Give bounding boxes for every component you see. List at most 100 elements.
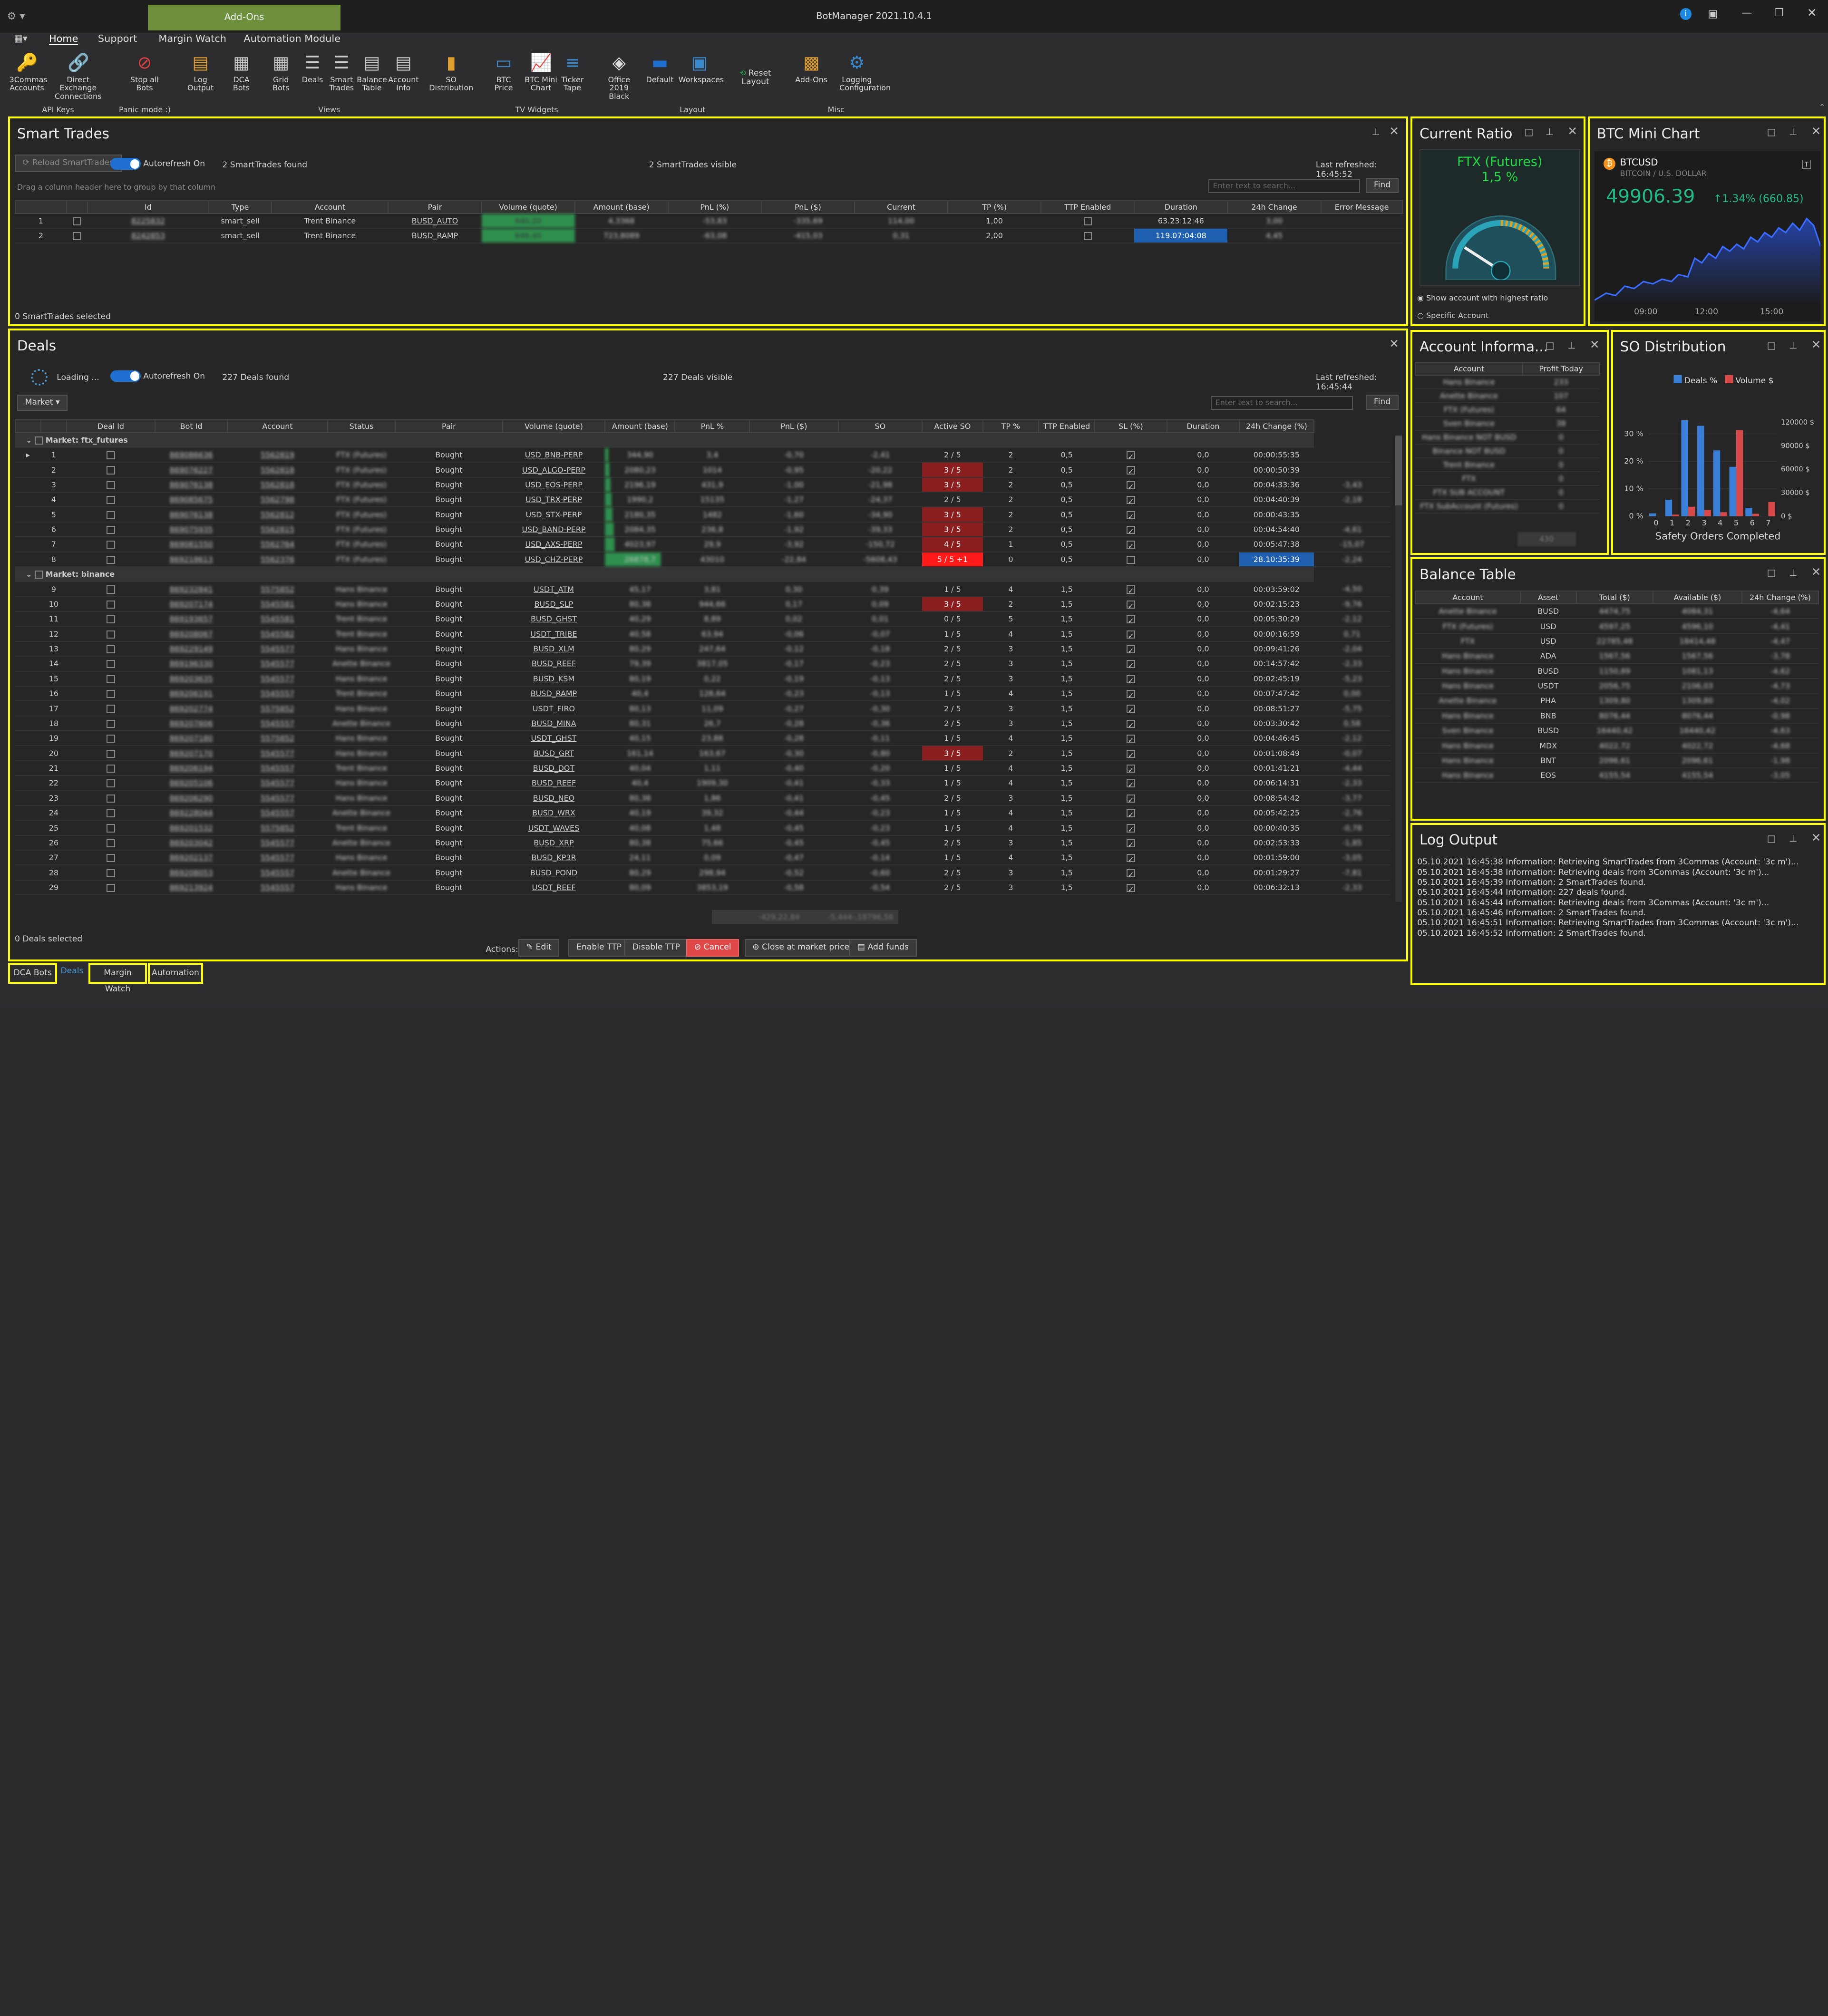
close-at-market-button[interactable]: ⊕ Close at market price [744, 939, 857, 957]
table-row[interactable]: 3 869076138 5562818 FTX (Futures) Bought USD_… [15, 477, 1390, 493]
cell-pair[interactable]: USD_BAND-PERP [502, 522, 605, 538]
ttp-checkbox[interactable]: ✓ [1094, 626, 1167, 642]
ttp-checkbox[interactable]: ✓ [1094, 582, 1167, 597]
maximize-icon[interactable]: □ [1767, 833, 1776, 844]
cell-pair[interactable]: USD_EOS-PERP [502, 477, 605, 493]
cell-pair[interactable]: BUSD_POND [502, 865, 605, 881]
column-header[interactable]: 24h Change [1227, 200, 1322, 214]
ttp-checkbox[interactable]: ✓ [1094, 820, 1167, 836]
bottom-tab-deals[interactable]: Deals [60, 966, 83, 976]
log-ribbon-button[interactable]: ▤ Log Output [181, 52, 220, 92]
column-header[interactable]: Duration [1166, 419, 1240, 433]
row-checkbox[interactable] [66, 731, 156, 746]
ttp-checkbox[interactable]: ✓ [1094, 760, 1167, 776]
column-header[interactable]: Volume (quote) [502, 419, 606, 433]
close-icon[interactable]: ✕ [1389, 337, 1399, 350]
table-row[interactable]: 13 869229149 5545577 Hans Binance Bought BUSD… [15, 641, 1390, 657]
table-row[interactable]: 27 869202137 5545577 Hans Binance Bought BUSD… [15, 850, 1390, 866]
column-header[interactable]: Account [227, 419, 328, 433]
column-header[interactable]: Account [1415, 591, 1521, 604]
info-icon[interactable]: i [1680, 8, 1692, 20]
table-row[interactable]: Sven Binance BUSD 16440,42 16440,42 -4,63 [1415, 723, 1819, 739]
add-funds-button[interactable]: ▤ Add funds [849, 939, 917, 957]
column-header[interactable]: TTP Enabled [1038, 419, 1095, 433]
table-row[interactable]: ▸ 1 869086636 5562819 FTX (Futures) Bought USD… [15, 447, 1390, 463]
cell-pair[interactable]: BUSD_KP3R [502, 850, 605, 866]
table-row[interactable]: Hans Binance EOS 4155,54 4155,54 -3,05 [1415, 768, 1819, 784]
row-checkbox[interactable] [66, 671, 156, 687]
column-header[interactable]: 24h Change (%) [1238, 419, 1314, 433]
row-checkbox[interactable] [66, 805, 156, 821]
maximize-icon[interactable]: □ [1767, 567, 1776, 578]
cell-pair[interactable]: BUSD_REEF [502, 656, 605, 672]
pin-icon[interactable]: ⊥ [1546, 126, 1554, 137]
cell-pair[interactable]: BUSD_REEF [502, 775, 605, 791]
table-row[interactable]: 8 869218613 5562376 FTX (Futures) Bought USD_… [15, 552, 1390, 567]
ttp-checkbox[interactable]: ✓ [1094, 716, 1167, 732]
close-icon[interactable]: ✕ [1811, 565, 1821, 579]
table-row[interactable]: 15 869203635 5545577 Hans Binance Bought BUSD… [15, 671, 1390, 687]
cell-pair[interactable]: BUSD_XRP [502, 835, 605, 851]
table-row[interactable]: FTX SubAccount (Futures) 0 [1415, 499, 1600, 514]
table-row[interactable]: 5 869076138 5562812 FTX (Futures) Bought USD_… [15, 507, 1390, 523]
ttp-checkbox[interactable]: ✓ [1094, 537, 1167, 552]
autorefresh-toggle[interactable]: Autorefresh On [110, 370, 205, 382]
key-ribbon-button[interactable]: 🔑 3Commas Accounts [10, 52, 48, 92]
column-header[interactable] [40, 419, 67, 433]
reload-smarttrades-button[interactable]: ⟳ Reload SmartTrades [14, 155, 122, 172]
ticker-ribbon-button[interactable]: ≡ Ticker Tape [560, 52, 585, 92]
table-row[interactable]: FTX SUB ACCOUNT 0 [1415, 485, 1600, 500]
group-row[interactable]: ⌄ Market: binance [15, 566, 1390, 582]
table-row[interactable]: Trent Binance 0 [1415, 457, 1600, 472]
ttp-checkbox[interactable]: ✓ [1094, 790, 1167, 806]
column-header[interactable]: Account [271, 200, 389, 214]
close-icon[interactable]: ✕ [1811, 831, 1821, 844]
cell-pair[interactable]: BUSD_GHST [502, 611, 605, 627]
column-header[interactable]: Amount (base) [574, 200, 669, 214]
table-row[interactable]: Binance NOT BUSD 0 [1415, 444, 1600, 458]
column-header[interactable]: Bot Id [155, 419, 228, 433]
cell-pair[interactable]: USD_STX-PERP [502, 507, 605, 523]
close-icon[interactable]: ✕ [1811, 338, 1821, 351]
table-row[interactable]: 10 869207174 5545581 Hans Binance Bought BUSD… [15, 596, 1390, 612]
layout-ribbon-button[interactable]: ▬ Default [646, 52, 674, 84]
row-checkbox[interactable] [66, 507, 156, 523]
ttp-checkbox[interactable]: ✓ [1094, 596, 1167, 612]
table-row[interactable]: 25 869201532 5575852 Trent Binance Bought USD… [15, 820, 1390, 836]
row-checkbox[interactable] [66, 447, 156, 463]
ttp-checkbox[interactable] [1041, 213, 1135, 229]
table-row[interactable]: Anette Binance PHA 1309,80 1309,80 -4,02 [1415, 693, 1819, 709]
row-checkbox[interactable] [66, 228, 88, 244]
cell-pair[interactable]: USD_AXS-PERP [502, 537, 605, 552]
addons-context-tab[interactable]: Add-Ons [148, 4, 340, 30]
table-row[interactable]: Hans Binance BUSD 1150,89 1081,13 -4,62 [1415, 663, 1819, 679]
column-header[interactable]: Error Message [1320, 200, 1403, 214]
ttp-checkbox[interactable]: ✓ [1094, 492, 1167, 508]
column-header[interactable]: SO [837, 419, 923, 433]
stop-ribbon-button[interactable]: ⊘ Stop all Bots [121, 52, 168, 92]
cancel-button[interactable]: ⊘ Cancel [686, 939, 739, 957]
row-checkbox[interactable] [66, 686, 156, 702]
table-row[interactable]: 14 869196330 5545577 Anette Binance Bought BU… [15, 656, 1390, 672]
table-row[interactable]: Hans Binance ADA 1567,56 1567,56 -3,78 [1415, 649, 1819, 664]
table-row[interactable]: 26 869203042 5545577 Anette Binance Bought BU… [15, 835, 1390, 851]
row-checkbox[interactable] [66, 820, 156, 836]
grid-ribbon-button[interactable]: ▦ Grid Bots [263, 52, 299, 92]
table-row[interactable]: Hans Binance BNB 8076,44 8076,44 -0,98 [1415, 708, 1819, 724]
cell-pair[interactable]: BUSD_RAMP [502, 686, 605, 702]
market-groupby-dropdown[interactable]: Market ▾ [17, 395, 68, 411]
column-header[interactable]: PnL (%) [667, 200, 762, 214]
cell-pair[interactable]: USDT_GHST [502, 731, 605, 746]
workspaces-ribbon-button[interactable]: ▣ Workspaces [679, 52, 724, 84]
cell-pair[interactable]: USDT_WAVES [502, 820, 605, 836]
row-checkbox[interactable] [66, 611, 156, 627]
maximize-icon[interactable]: □ [1546, 340, 1555, 351]
column-header[interactable]: 24h Change (%) [1741, 591, 1819, 604]
cell-pair[interactable]: USD_CHZ-PERP [502, 552, 605, 567]
table-row[interactable]: 9 869232841 5575852 Hans Binance Bought USDT_… [15, 582, 1390, 597]
column-header[interactable]: TP (%) [947, 200, 1042, 214]
pin-icon[interactable]: ⊥ [1789, 126, 1797, 137]
bottom-tab-automation[interactable]: Automation [148, 962, 203, 984]
ttp-checkbox[interactable]: ✓ [1094, 775, 1167, 791]
pin-icon[interactable]: ⊥ [1372, 126, 1380, 137]
